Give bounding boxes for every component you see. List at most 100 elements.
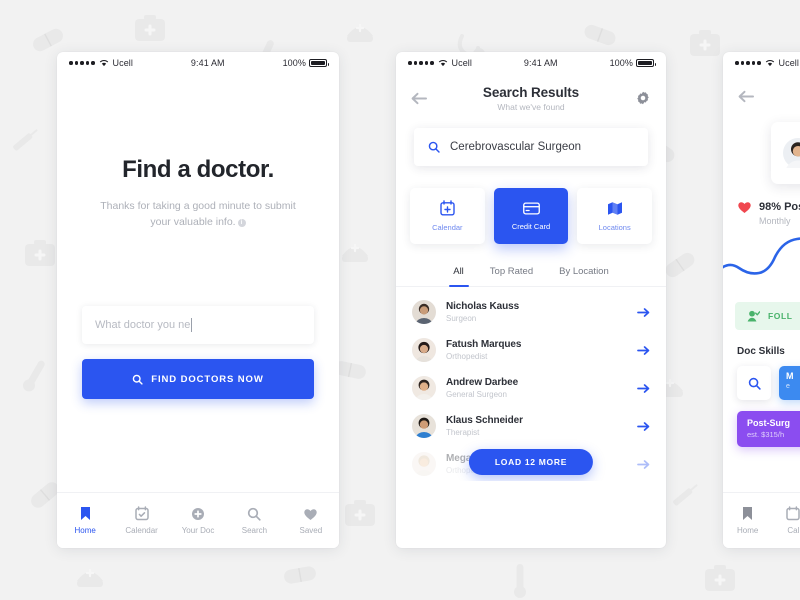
hero-block: Find a doctor. Thanks for taking a good … xyxy=(57,156,339,231)
avatar xyxy=(412,338,436,362)
back-arrow-icon xyxy=(411,92,427,104)
screen3-header xyxy=(723,74,800,118)
search-icon xyxy=(133,374,143,385)
chevron-right-icon[interactable] xyxy=(637,345,650,356)
tab-home-label: Home xyxy=(74,526,96,535)
doctor-role: Surgeon xyxy=(446,313,477,323)
tab-calendar[interactable]: Cal xyxy=(786,506,800,535)
clock-label: 9:41 AM xyxy=(523,58,558,68)
info-icon[interactable]: i xyxy=(237,219,246,228)
bottom-tab-bar: Home Cal xyxy=(723,492,800,548)
back-button[interactable] xyxy=(737,87,755,105)
gear-icon xyxy=(637,91,649,105)
find-doctors-button[interactable]: FIND DOCTORS NOW xyxy=(82,359,314,399)
rating-subtitle: Monthly xyxy=(759,216,791,226)
tab-home-label: Home xyxy=(737,526,759,535)
status-bar: Ucell xyxy=(723,52,800,74)
list-item[interactable]: Klaus Schneider Therapist xyxy=(396,407,666,445)
skill-tile-blue-title: M xyxy=(786,371,794,381)
calendar-plus-icon xyxy=(440,200,455,216)
search-icon xyxy=(428,141,440,153)
list-item[interactable]: Andrew Darbee General Surgeon xyxy=(396,369,666,407)
chevron-right-icon[interactable] xyxy=(637,307,650,318)
skill-search-tile[interactable] xyxy=(737,366,771,400)
doctor-name: Fatush Marques xyxy=(446,339,522,351)
skill-tile-post-surgery-price: est. $315/h xyxy=(747,430,785,439)
load-more-button[interactable]: LOAD 12 MORE xyxy=(468,449,594,475)
filter-card-credit-card[interactable]: Credit Card xyxy=(493,188,569,244)
wifi-icon xyxy=(765,60,774,67)
text-caret xyxy=(191,318,193,332)
doctor-avatar-card[interactable] xyxy=(771,122,800,184)
tab-home[interactable]: Home xyxy=(737,506,758,535)
page-title: Search Results xyxy=(482,84,580,100)
filter-card-calendar[interactable]: Calendar xyxy=(410,188,485,244)
page-subtitle: What we've found xyxy=(497,101,565,112)
screenshot-stage: Ucell 9:41 AM 100% Find a doctor. Thanks… xyxy=(0,0,800,600)
signal-dots-icon xyxy=(408,61,434,65)
chevron-right-icon[interactable] xyxy=(637,383,650,394)
filter-card-calendar-label: Calendar xyxy=(432,223,463,232)
avatar xyxy=(412,452,436,476)
tab-all[interactable]: All xyxy=(453,266,464,286)
doctor-name: Klaus Schneider xyxy=(446,415,523,427)
tab-calendar[interactable]: Calendar xyxy=(113,506,169,535)
tab-search[interactable]: Search xyxy=(226,507,282,535)
doctor-search-input[interactable]: What doctor you ne xyxy=(82,306,314,344)
settings-button[interactable] xyxy=(634,89,652,107)
find-doctors-button-label: FIND DOCTORS NOW xyxy=(151,373,264,385)
rating-percent: 98% Posi xyxy=(759,201,800,213)
chevron-right-icon[interactable] xyxy=(637,421,650,432)
back-button[interactable] xyxy=(410,89,428,107)
doctor-name: Andrew Darbee xyxy=(446,377,519,389)
page-subtitle: Thanks for taking a good minute to submi… xyxy=(57,198,339,231)
avatar-photo-icon xyxy=(412,376,436,400)
list-item[interactable]: Fatush Marques Orthopedist xyxy=(396,331,666,369)
phone-screen-doctor-profile: Ucell 98% Posi Mon xyxy=(723,52,800,548)
tab-top-rated[interactable]: Top Rated xyxy=(490,266,533,286)
carrier-label: Ucell xyxy=(778,58,800,68)
follow-button[interactable]: FOLL xyxy=(735,302,800,330)
list-item[interactable]: Nicholas Kauss Surgeon xyxy=(396,293,666,331)
tab-by-location[interactable]: By Location xyxy=(559,266,609,286)
screen1-body: Find a doctor. Thanks for taking a good … xyxy=(57,74,339,548)
heart-icon xyxy=(304,508,318,520)
avatar xyxy=(412,414,436,438)
chevron-right-icon[interactable] xyxy=(637,459,650,470)
search-icon xyxy=(748,377,761,390)
page-subtitle-text: Thanks for taking a good minute to submi… xyxy=(100,200,296,229)
filter-card-locations[interactable]: Locations xyxy=(577,188,653,244)
page-title: Find a doctor. xyxy=(122,156,274,183)
screen2-header: Search Results What we've found xyxy=(396,74,666,122)
filter-card-row: Calendar Credit Card Locations xyxy=(396,166,666,244)
avatar-photo-icon xyxy=(412,300,436,324)
calendar-icon xyxy=(134,506,149,521)
tab-saved[interactable]: Saved xyxy=(283,507,339,535)
avatar xyxy=(412,300,436,324)
rating-row: 98% Posi xyxy=(723,184,800,214)
avatar xyxy=(783,138,800,168)
tab-home[interactable]: Home xyxy=(57,506,113,535)
skill-tile-blue[interactable]: M e xyxy=(779,366,800,400)
skill-tile-post-surgery[interactable]: Post-Surg est. $315/h xyxy=(737,411,800,447)
wifi-icon xyxy=(438,60,447,67)
carrier-label: Ucell xyxy=(451,58,473,68)
filter-card-credit-card-label: Credit Card xyxy=(511,221,551,231)
tab-your-doc[interactable]: Your Doc xyxy=(170,507,226,535)
filter-card-locations-label: Locations xyxy=(598,222,631,232)
bookmark-icon xyxy=(80,507,90,520)
clock-label: 9:41 AM xyxy=(190,58,225,68)
line-chart-svg xyxy=(723,237,800,275)
plus-circle-icon xyxy=(192,507,205,520)
avatar-photo-icon xyxy=(412,452,436,476)
screen2-title-block: Search Results What we've found xyxy=(428,85,634,112)
skill-tile-blue-sub: e xyxy=(786,383,790,390)
search-input-value: Cerebrovascular Surgeon xyxy=(450,141,582,153)
list-item-info: Klaus Schneider Therapist xyxy=(446,415,627,437)
tab-search-label: Search xyxy=(241,525,268,535)
avatar-photo-icon xyxy=(412,338,436,362)
search-input[interactable]: Cerebrovascular Surgeon xyxy=(414,128,648,166)
wifi-icon xyxy=(99,60,108,67)
battery-icon xyxy=(636,59,656,67)
follow-button-label: FOLL xyxy=(768,311,793,321)
